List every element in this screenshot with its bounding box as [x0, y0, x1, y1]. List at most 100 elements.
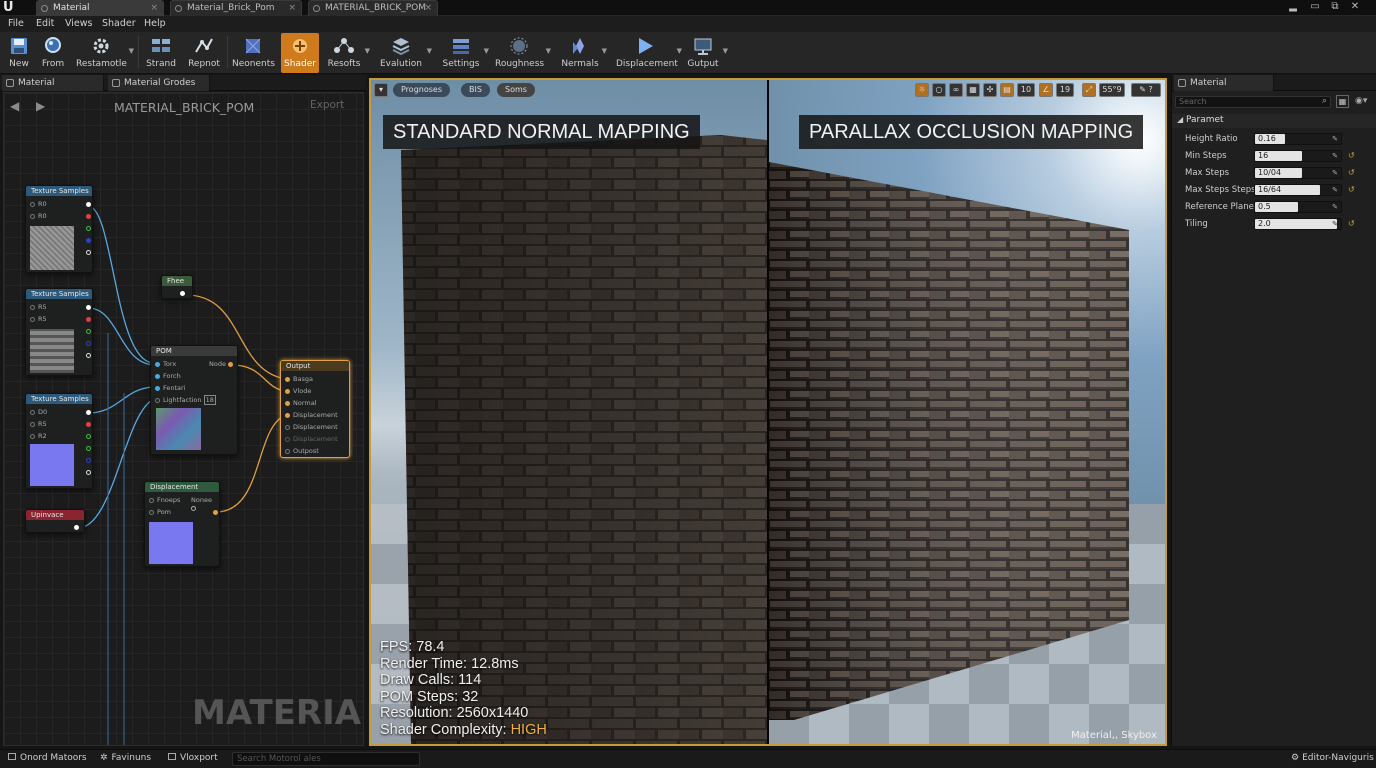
rotate-snap-value[interactable]: 19 [1056, 83, 1074, 97]
tab-details-material[interactable]: Material [1174, 75, 1274, 91]
evalution-button[interactable]: Evalution ▼ [378, 33, 432, 73]
restamotle-button[interactable]: Restamotle ▼ [76, 33, 134, 73]
pom-node[interactable]: POM Torx Forch Fentari Lightfaction 18 N… [150, 345, 238, 455]
menu-shader[interactable]: Shader [102, 16, 136, 32]
param-label: Min Steps [1185, 151, 1227, 161]
new-button[interactable]: New [4, 33, 34, 73]
grid-toggle-icon[interactable]: ▦ [966, 83, 980, 97]
repnot-button[interactable]: Repnot [186, 33, 222, 73]
chevron-down-icon[interactable]: ▼ [723, 47, 728, 55]
chevron-down-icon[interactable]: ▼ [129, 47, 134, 55]
pin-label: Fnoeps [157, 496, 181, 504]
menu-file[interactable]: File [8, 16, 24, 32]
forward-arrow-icon[interactable]: ▶ [36, 99, 45, 113]
back-arrow-icon[interactable]: ◀ [10, 99, 19, 113]
fhee-node[interactable]: Fhee [161, 275, 193, 299]
viewport-menu-icon[interactable]: ▾ [374, 83, 388, 97]
restore-icon[interactable]: ▭ [1308, 1, 1322, 13]
sphere-icon[interactable]: ○ [932, 83, 946, 97]
settings-eye-icon[interactable]: ◉▾ [1355, 96, 1367, 106]
chevron-down-icon[interactable]: ▼ [427, 47, 432, 55]
view-options-icon[interactable]: ▦ [1336, 95, 1349, 108]
tab-material-graph[interactable]: Material [2, 75, 104, 91]
maximize-icon[interactable]: ⧉ [1328, 1, 1342, 13]
tab-material-grodes[interactable]: Material Grodes [108, 75, 210, 91]
chevron-down-icon[interactable]: ▼ [365, 47, 370, 55]
camera-options-icon[interactable]: ✎ ? [1131, 83, 1161, 97]
material-viewport[interactable]: STANDARD NORMAL MAPPING FPS: 78.4 Render… [369, 78, 1167, 746]
tab-material-brick-pom-upper[interactable]: MATERIAL_BRICK_POM × [308, 0, 438, 16]
reset-icon[interactable]: ↺ [1348, 219, 1355, 228]
param-slider[interactable]: 10/04 ✎ [1254, 167, 1342, 179]
close-icon[interactable]: × [150, 1, 158, 15]
settings-button[interactable]: Settings ▼ [441, 33, 489, 73]
edit-icon[interactable]: ✎ [1332, 151, 1338, 161]
param-slider[interactable]: 16/64 ✎ [1254, 184, 1342, 196]
sun-icon[interactable]: ☼ [915, 83, 929, 97]
close-icon[interactable]: × [288, 1, 296, 15]
neonents-button[interactable]: Neonents [232, 33, 275, 73]
bis-toggle[interactable]: BIS [461, 83, 490, 97]
close-window-icon[interactable]: ✕ [1348, 1, 1362, 13]
edit-icon[interactable]: ✎ [1332, 202, 1338, 212]
chevron-down-icon[interactable]: ▼ [484, 47, 489, 55]
edit-icon[interactable]: ✎ [1332, 185, 1338, 195]
link-icon[interactable]: ∞ [949, 83, 963, 97]
texture-sample-node-3[interactable]: Texture Samples D0 R5 R2 [25, 393, 93, 489]
displacement-node[interactable]: Displacement Fnoeps Pom Nonee [144, 481, 220, 567]
gutput-button[interactable]: Gutput ▼ [686, 33, 728, 73]
menu-views[interactable]: Views [65, 16, 93, 32]
grid-size-value[interactable]: 10 [1017, 83, 1035, 97]
material-graph-canvas[interactable]: ◀ ▶ MATERIAL_BRICK_POM Export MATERIAL T… [3, 92, 364, 746]
strand-button[interactable]: Strand [144, 33, 178, 73]
stat-render-time: Render Time: 12.8ms [380, 655, 519, 672]
scale-snap-icon[interactable]: ⤢ [1082, 83, 1096, 97]
search-placeholder: Search Motorol ales [237, 754, 321, 764]
from-button[interactable]: From [38, 33, 68, 73]
param-slider[interactable]: 16 ✎ [1254, 150, 1342, 162]
resofts-button[interactable]: Resofts ▼ [326, 33, 370, 73]
minimize-icon[interactable]: ▂ [1286, 1, 1300, 13]
section-header[interactable]: ◢ Paramet [1172, 114, 1376, 128]
favorites-button[interactable]: ✲ Favinuns [100, 749, 151, 768]
roughness-button[interactable]: Roughness ▼ [495, 33, 551, 73]
chevron-down-icon[interactable]: ▼ [546, 47, 551, 55]
edit-icon[interactable]: ✎ [1332, 168, 1338, 178]
output-node[interactable]: Output Basga Vlode Normal Displacement D… [280, 360, 350, 458]
menu-help[interactable]: Help [144, 16, 166, 32]
texture-sample-node-2[interactable]: Texture Samples R5 R5 [25, 288, 93, 376]
texture-sample-node-1[interactable]: Texture Samples R0 R0 [25, 185, 93, 273]
prognoses-toggle[interactable]: Prognoses [393, 83, 450, 97]
reset-icon[interactable]: ↺ [1348, 185, 1355, 194]
reset-icon[interactable]: ↺ [1348, 168, 1355, 177]
param-slider[interactable]: 0.16 ✎ [1254, 133, 1342, 145]
shader-button[interactable]: Shader [281, 33, 319, 73]
rotate-snap-icon[interactable]: ∠ [1039, 83, 1053, 97]
grid-snap-icon[interactable]: ▤ [1000, 83, 1014, 97]
menu-edit[interactable]: Edit [36, 16, 54, 32]
content-drawer-button[interactable]: Onord Matoors [8, 749, 87, 768]
viewport-button[interactable]: Vloxport [168, 749, 218, 768]
editor-navigation-button[interactable]: ⚙ Editor-Naviguris [1291, 749, 1374, 768]
param-slider[interactable]: 0.5 ✎ [1254, 201, 1342, 213]
soms-toggle[interactable]: Soms [497, 83, 535, 97]
upinvace-node[interactable]: Upinvace [25, 509, 85, 533]
nermals-button[interactable]: Nermals ▼ [561, 33, 607, 73]
edit-icon[interactable]: ✎ [1332, 134, 1338, 144]
toolbar-separator [138, 36, 139, 68]
displacement-button[interactable]: Displacement ▼ [616, 33, 682, 73]
chevron-down-icon[interactable]: ▼ [677, 47, 682, 55]
details-search-input[interactable]: Search ⌕ [1175, 96, 1331, 108]
edit-icon[interactable]: ✎ [1332, 219, 1338, 229]
snap-icon[interactable]: ✣ [983, 83, 997, 97]
param-slider[interactable]: 2.0 ✎ [1254, 218, 1342, 230]
tab-material-brick-pom[interactable]: Material_Brick_Pom × [170, 0, 302, 16]
chevron-down-icon[interactable]: ▼ [602, 47, 607, 55]
camera-fov-value[interactable]: 55°9 [1099, 83, 1125, 97]
reset-icon[interactable]: ↺ [1348, 151, 1355, 160]
close-icon[interactable]: × [424, 1, 432, 15]
restamotle-label: Restamotle [76, 59, 127, 69]
tab-material[interactable]: Material × [36, 0, 164, 16]
export-button[interactable]: Export [310, 99, 344, 111]
status-search-input[interactable]: Search Motorol ales [232, 752, 420, 766]
